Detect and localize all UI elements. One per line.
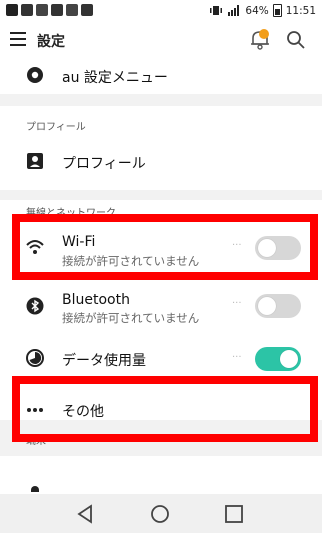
vpn-icon xyxy=(51,4,63,16)
settings-list: au 設定メニュー プロフィール プロフィール 無線とネットワーク Wi‑Fi … xyxy=(0,58,322,494)
clock: 11:51 xyxy=(285,4,316,17)
battery-icon xyxy=(272,4,282,17)
gallery-icon xyxy=(21,4,33,16)
divider xyxy=(0,190,322,200)
vibrate-icon xyxy=(210,6,223,15)
home-icon[interactable] xyxy=(148,502,172,526)
status-bar-right: 64% 11:51 xyxy=(209,4,316,17)
data-usage-toggle[interactable] xyxy=(255,347,301,371)
profile-item[interactable]: プロフィール xyxy=(0,136,322,186)
signal-icon xyxy=(228,5,240,16)
notification-bell-icon[interactable] xyxy=(247,26,273,52)
divider xyxy=(0,94,322,106)
app-bar: 設定 xyxy=(0,22,322,58)
status-bar-left-icons xyxy=(6,4,93,16)
bluetooth-status: 接続が許可されていません xyxy=(62,311,200,325)
bluetooth-icon xyxy=(26,297,44,315)
separator-dots: ··· xyxy=(232,298,242,309)
profile-icon xyxy=(27,153,43,169)
terminal-item-partial[interactable] xyxy=(0,456,322,494)
other-highlight-box xyxy=(12,376,318,442)
separator-dots: ··· xyxy=(232,352,242,363)
data-usage-icon xyxy=(26,349,44,367)
recent-apps-icon[interactable] xyxy=(222,502,246,526)
bluetooth-item[interactable]: Bluetooth 接続が許可されていません ··· xyxy=(0,280,322,332)
hamburger-icon[interactable] xyxy=(10,32,26,46)
terminal-item-icon xyxy=(31,486,39,492)
au-settings-menu-item[interactable]: au 設定メニュー xyxy=(0,58,322,94)
page-title: 設定 xyxy=(37,34,65,50)
wifi-highlight-box xyxy=(12,214,318,280)
notification-icon xyxy=(6,4,18,16)
profile-section-header: プロフィール xyxy=(26,122,86,133)
calendar-icon xyxy=(66,4,78,16)
bluetooth-label: Bluetooth xyxy=(62,292,130,308)
profile-item-label: プロフィール xyxy=(62,156,146,172)
bluetooth-toggle[interactable] xyxy=(255,294,301,318)
data-usage-label: データ使用量 xyxy=(62,353,146,369)
navigation-bar xyxy=(0,494,322,533)
search-icon[interactable] xyxy=(286,30,306,50)
tools-icon xyxy=(36,4,48,16)
back-icon[interactable] xyxy=(74,502,98,526)
status-bar: 64% 11:51 xyxy=(0,0,322,22)
gear-icon xyxy=(27,67,43,83)
message-icon xyxy=(81,4,93,16)
au-settings-menu-label: au 設定メニュー xyxy=(62,70,168,86)
battery-percent: 64% xyxy=(245,4,269,17)
